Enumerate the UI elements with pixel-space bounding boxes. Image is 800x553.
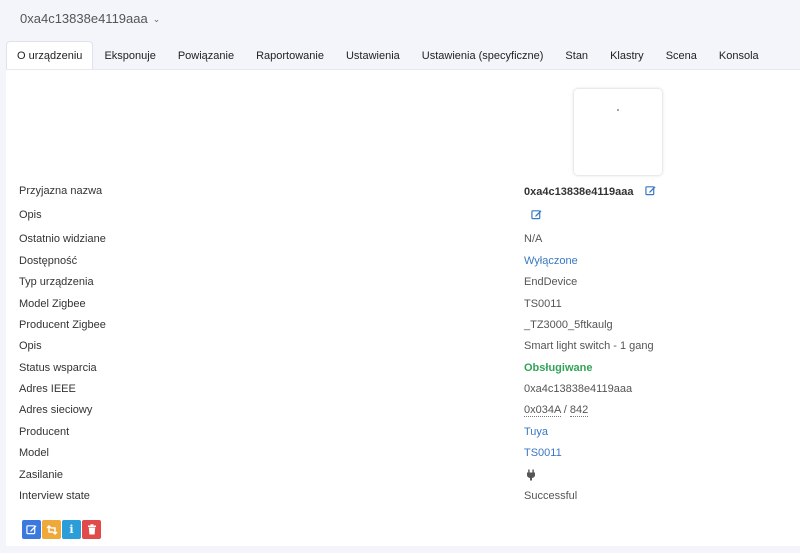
row-last-seen: Ostatnio widziane N/A [6, 229, 800, 250]
tab-about[interactable]: O urządzeniu [6, 41, 94, 70]
tab-bar: O urządzeniu Eksponuje Powiązanie Raport… [6, 41, 770, 70]
plug-icon [527, 469, 535, 481]
tab-clusters[interactable]: Klastry [599, 41, 655, 70]
tab-exposes[interactable]: Eksponuje [93, 41, 166, 70]
tab-reporting[interactable]: Raportowanie [245, 41, 335, 70]
device-type-value: EndDevice [524, 276, 578, 288]
availability-value-cell: Wyłączone [524, 255, 578, 267]
ieee-address-label: Adres IEEE [19, 383, 76, 395]
last-seen-value: N/A [524, 233, 543, 245]
availability-link[interactable]: Wyłączone [524, 255, 578, 267]
ieee-address-value: 0xa4c13838e4119aaa [524, 383, 633, 395]
row-model: Model TS0011 [6, 443, 800, 464]
tab-console[interactable]: Konsola [708, 41, 770, 70]
zigbee-model-label: Model Zigbee [19, 298, 86, 310]
tab-state[interactable]: Stan [554, 41, 599, 70]
device-title: 0xa4c13838e4119aaa [20, 11, 148, 26]
model-description-label: Opis [19, 340, 42, 352]
device-info-panel: Przyjazna nazwa 0xa4c13838e4119aaa Opis … [6, 69, 800, 546]
row-device-type: Typ urządzenia EndDevice [6, 272, 800, 293]
device-image [574, 89, 662, 175]
network-address-value-cell: 0x034A / 842 [524, 404, 589, 417]
info-icon: i [69, 523, 74, 536]
manufacturer-label: Producent [19, 426, 70, 438]
network-address-separator: / [560, 404, 570, 416]
availability-label: Dostępność [19, 255, 78, 267]
chevron-down-icon: ⌄ [152, 14, 161, 24]
zigbee-model-value: TS0011 [524, 298, 562, 310]
interview-state-label: Interview state [19, 490, 90, 502]
tab-settings-specific[interactable]: Ustawienia (specyficzne) [411, 41, 555, 70]
row-zigbee-manufacturer: Producent Zigbee _TZ3000_5ftkaulg [6, 315, 800, 336]
model-value-cell: TS0011 [524, 447, 562, 459]
row-availability: Dostępność Wyłączone [6, 251, 800, 272]
support-status-label: Status wsparcia [19, 362, 97, 374]
network-address-label: Adres sieciowy [19, 404, 93, 416]
edit-icon [26, 525, 37, 535]
last-seen-label: Ostatnio widziane [19, 233, 106, 245]
manufacturer-value-cell: Tuya [524, 426, 548, 438]
row-model-description: Opis Smart light switch - 1 gang [6, 336, 800, 357]
model-label: Model [19, 447, 49, 459]
row-ieee-address: Adres IEEE 0xa4c13838e4119aaa [6, 379, 800, 400]
friendly-name-label: Przyjazna nazwa [19, 185, 103, 197]
interview-button[interactable]: i [62, 520, 81, 539]
row-zigbee-model: Model Zigbee TS0011 [6, 294, 800, 315]
tab-scene[interactable]: Scena [655, 41, 708, 70]
device-selector[interactable]: 0xa4c13838e4119aaa ⌄ [20, 11, 160, 26]
zigbee-manufacturer-value: _TZ3000_5ftkaulg [524, 319, 613, 331]
remove-button[interactable] [82, 520, 101, 539]
friendly-name-value-cell: 0xa4c13838e4119aaa [524, 185, 656, 198]
row-friendly-name: Przyjazna nazwa 0xa4c13838e4119aaa [6, 181, 800, 202]
zigbee-manufacturer-label: Producent Zigbee [19, 319, 106, 331]
device-type-label: Typ urządzenia [19, 276, 94, 288]
row-interview-state: Interview state Successful [6, 486, 800, 507]
row-network-address: Adres sieciowy 0x034A / 842 [6, 400, 800, 421]
model-description-value: Smart light switch - 1 gang [524, 340, 654, 352]
description-value-cell [531, 209, 542, 222]
retweet-icon [46, 524, 57, 535]
power-label: Zasilanie [19, 469, 64, 481]
friendly-name-value: 0xa4c13838e4119aaa [524, 186, 634, 198]
row-description: Opis [6, 205, 800, 226]
trash-icon [87, 524, 96, 535]
reconfigure-button[interactable] [42, 520, 61, 539]
support-status-value-cell: Obsługiwane [524, 362, 592, 374]
rename-button[interactable] [22, 520, 41, 539]
tab-bind[interactable]: Powiązanie [167, 41, 245, 70]
row-power: Zasilanie [6, 465, 800, 486]
edit-icon[interactable] [531, 209, 542, 220]
device-led [617, 109, 619, 111]
device-header: 0xa4c13838e4119aaa ⌄ [0, 0, 800, 36]
manufacturer-link[interactable]: Tuya [524, 426, 548, 438]
description-label: Opis [19, 209, 42, 221]
model-link[interactable]: TS0011 [524, 447, 562, 459]
device-actions: i [22, 520, 101, 539]
support-status-value[interactable]: Obsługiwane [524, 362, 592, 374]
row-manufacturer: Producent Tuya [6, 422, 800, 443]
network-address-dec[interactable]: 842 [569, 404, 589, 417]
interview-state-value: Successful [524, 490, 578, 502]
edit-icon[interactable] [644, 185, 656, 196]
network-address-hex[interactable]: 0x034A [524, 404, 561, 417]
tab-settings[interactable]: Ustawienia [335, 41, 411, 70]
power-value-cell [526, 469, 536, 482]
row-support-status: Status wsparcia Obsługiwane [6, 358, 800, 379]
